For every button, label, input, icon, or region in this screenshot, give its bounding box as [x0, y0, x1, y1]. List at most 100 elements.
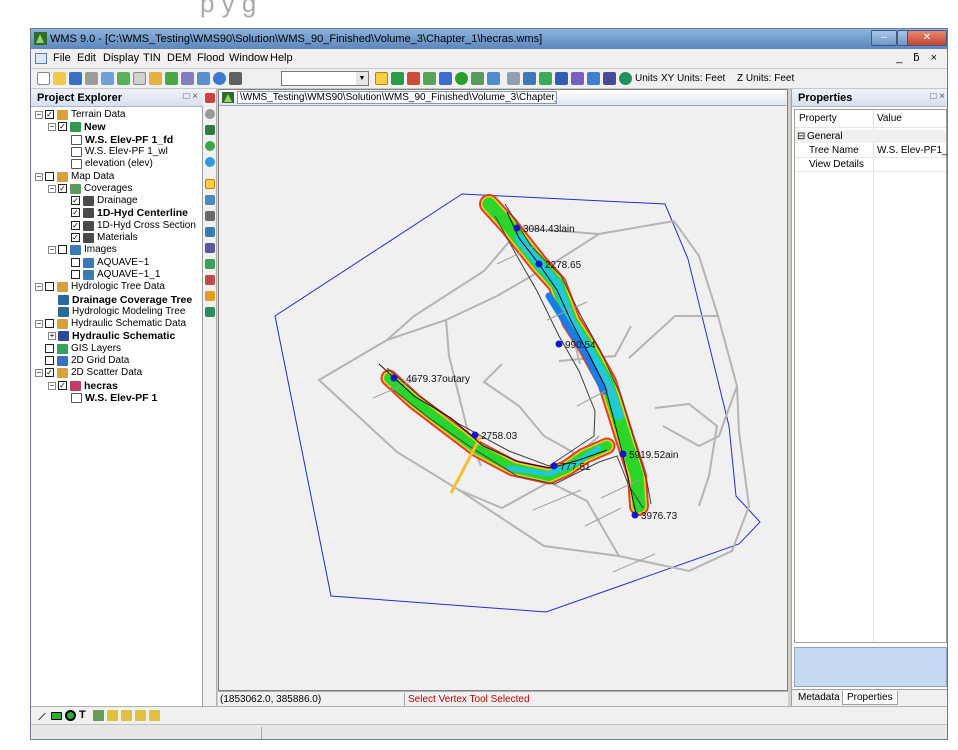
collapse-icon[interactable]: − — [35, 320, 43, 329]
next-view-icon[interactable] — [205, 157, 215, 167]
refresh-icon[interactable] — [197, 72, 210, 85]
rotate-tool-icon[interactable] — [205, 125, 215, 135]
info-icon[interactable] — [213, 72, 226, 85]
frame-icon[interactable] — [117, 72, 130, 85]
map-module-icon[interactable] — [439, 72, 452, 85]
visibility-checkbox[interactable]: ✓ — [45, 110, 54, 119]
visibility-checkbox[interactable] — [71, 269, 80, 279]
create-vertex-icon[interactable] — [205, 243, 215, 253]
menu-flood[interactable]: Flood — [197, 52, 225, 64]
select-vertex-tool-icon[interactable] — [205, 179, 215, 189]
zoom-tool-icon[interactable] — [205, 109, 215, 119]
select-polygon-icon[interactable] — [205, 259, 215, 269]
visibility-checkbox[interactable] — [45, 356, 54, 365]
send-back-icon[interactable] — [121, 710, 132, 721]
menu-help[interactable]: Help — [270, 52, 293, 64]
units-globe-icon[interactable] — [619, 72, 632, 85]
line-tool-icon[interactable] — [38, 712, 46, 721]
rectangle-tool-icon[interactable] — [51, 712, 62, 720]
collapse-icon[interactable]: − — [48, 381, 56, 390]
collapse-icon[interactable]: − — [35, 172, 43, 181]
oval-tool-icon[interactable] — [65, 710, 76, 721]
select-feature-point-icon[interactable] — [205, 195, 215, 205]
dem-module-icon[interactable] — [407, 72, 420, 85]
visibility-checkbox[interactable]: ✓ — [58, 380, 67, 390]
property-row[interactable]: Tree Name W.S. Elev-PF1_fd — [795, 144, 947, 157]
tin-module-icon[interactable] — [391, 72, 404, 85]
property-value[interactable]: W.S. Elev-PF1_fd — [877, 145, 947, 156]
lighting-icon[interactable] — [587, 72, 600, 85]
create-arc-icon[interactable] — [205, 211, 215, 221]
camera-icon[interactable] — [571, 72, 584, 85]
visibility-checkbox[interactable] — [45, 282, 54, 292]
minimize-button[interactable]: – — [871, 30, 897, 46]
visibility-checkbox[interactable] — [71, 257, 80, 267]
visibility-checkbox[interactable] — [45, 171, 54, 181]
grid-icon[interactable] — [133, 72, 146, 85]
grid-module-icon[interactable] — [487, 72, 500, 85]
tab-metadata[interactable]: Metadata — [794, 691, 844, 705]
expand-icon[interactable]: + — [48, 332, 56, 341]
contour-icon[interactable] — [523, 72, 536, 85]
menu-edit[interactable]: Edit — [77, 52, 96, 64]
menu-window[interactable]: Window — [229, 52, 268, 64]
collapse-icon[interactable]: − — [35, 111, 43, 119]
help-icon[interactable] — [149, 72, 162, 85]
hydrologic-module-icon[interactable] — [455, 72, 468, 85]
delete-icon[interactable] — [229, 72, 242, 85]
visibility-checkbox[interactable]: ✓ — [71, 196, 80, 206]
visibility-checkbox[interactable]: ✓ — [58, 122, 67, 132]
layer-icon[interactable] — [539, 72, 552, 85]
rotate-icon[interactable] — [603, 72, 616, 85]
visibility-checkbox[interactable] — [45, 319, 54, 329]
drainage-module-icon[interactable] — [423, 72, 436, 85]
visibility-checkbox[interactable]: ✓ — [71, 208, 80, 218]
visibility-checkbox[interactable] — [58, 245, 67, 255]
new-file-icon[interactable] — [37, 72, 50, 85]
document-title-field[interactable]: \WMS_Testing\WMS90\Solution\WMS_90_Finis… — [237, 91, 557, 104]
zoom-icon[interactable] — [101, 72, 114, 85]
move-down-icon[interactable] — [149, 710, 160, 721]
image-tool-icon[interactable] — [93, 710, 104, 721]
image-tool-icon[interactable] — [181, 72, 194, 85]
menu-file[interactable]: File — [53, 52, 71, 64]
property-row[interactable]: View Details — [795, 158, 946, 171]
select-arc-icon[interactable] — [205, 227, 215, 237]
collapse-icon[interactable]: ⊟ — [797, 131, 805, 142]
visibility-checkbox[interactable]: ✓ — [71, 220, 80, 230]
open-folder-icon[interactable] — [53, 72, 66, 85]
mdi-window-controls[interactable]: _ ƃ × — [896, 52, 941, 64]
text-tool-icon[interactable]: T — [79, 710, 90, 721]
display-options-icon[interactable] — [507, 72, 520, 85]
panel-close-icon[interactable]: □ × — [183, 91, 198, 102]
menu-dem[interactable]: DEM — [167, 52, 191, 64]
river-module-icon[interactable] — [471, 72, 484, 85]
menu-display[interactable]: Display — [103, 52, 139, 64]
outlet-tool-icon[interactable] — [205, 291, 215, 301]
visibility-checkbox[interactable]: ✓ — [58, 183, 67, 193]
collapse-icon[interactable]: − — [35, 369, 43, 378]
chevron-down-icon[interactable]: ▼ — [356, 72, 368, 85]
visibility-checkbox[interactable]: ✓ — [45, 368, 54, 378]
collapse-icon[interactable]: − — [48, 184, 56, 193]
mdi-document-icon[interactable] — [35, 53, 47, 64]
collapse-icon[interactable]: − — [35, 283, 43, 292]
select-tool-icon[interactable] — [375, 72, 388, 85]
menu-tin[interactable]: TIN — [143, 52, 161, 64]
print-icon[interactable] — [85, 72, 98, 85]
visibility-checkbox[interactable]: ✓ — [71, 233, 80, 242]
visibility-checkbox[interactable] — [45, 343, 54, 353]
basin-tool-icon[interactable] — [205, 275, 215, 285]
bring-front-icon[interactable] — [107, 710, 118, 721]
close-button[interactable]: ✕ — [907, 30, 947, 46]
tree-tool-icon[interactable] — [205, 307, 215, 317]
save-icon[interactable] — [69, 72, 82, 85]
map-canvas[interactable]: 3084.43lain 2278.65 4679.37outary 990.54… — [219, 106, 787, 690]
collapse-icon[interactable]: − — [48, 123, 56, 132]
move-up-icon[interactable] — [135, 710, 146, 721]
pan-icon[interactable] — [205, 93, 215, 103]
module-combo[interactable]: ▼ — [281, 71, 369, 86]
tab-properties[interactable]: Properties — [842, 691, 898, 705]
previous-view-icon[interactable] — [205, 141, 215, 151]
units-button[interactable]: Units — [635, 73, 658, 84]
